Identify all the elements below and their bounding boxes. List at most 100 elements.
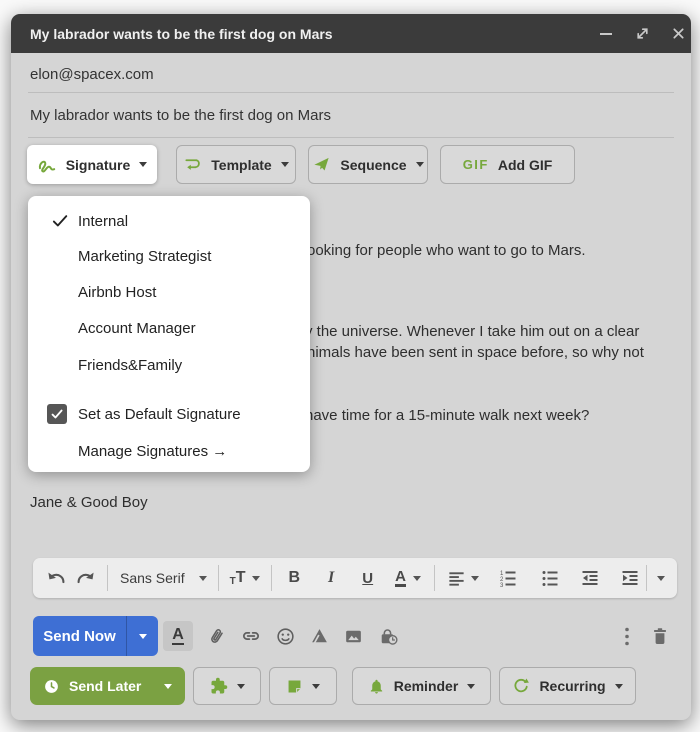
insert-image-icon (346, 630, 361, 642)
send-now-label: Send Now (43, 627, 116, 645)
note-icon (288, 680, 301, 692)
note-button[interactable] (269, 667, 337, 705)
template-button-label: Template (211, 156, 272, 173)
menu-item-internal[interactable]: Internal (28, 205, 310, 237)
subject-field[interactable]: My labrador wants to be the first dog on… (30, 107, 331, 124)
underline-button[interactable]: U (362, 570, 373, 587)
signature-button-label: Signature (65, 156, 131, 173)
expand-button[interactable] (631, 14, 653, 53)
extension-button[interactable] (193, 667, 261, 705)
chevron-down-icon (280, 162, 289, 167)
drive-icon (312, 628, 327, 643)
recurring-button[interactable]: Recurring (499, 667, 636, 705)
add-gif-button[interactable]: GIF Add GIF (440, 145, 575, 184)
discard-draft-button[interactable] (649, 616, 671, 656)
emoji-icon (277, 627, 294, 645)
compose-options-row: A (163, 616, 400, 656)
chevron-down-icon (657, 575, 665, 581)
italic-button[interactable]: I (328, 569, 334, 587)
chevron-down-icon (138, 633, 147, 639)
expand-icon (636, 28, 648, 39)
signature-button[interactable]: Signature (27, 145, 157, 184)
chevron-down-icon (139, 162, 148, 167)
undo-button[interactable] (46, 568, 67, 589)
insert-emoji-button[interactable] (275, 626, 296, 647)
attachment-icon (211, 628, 223, 643)
text-color-button[interactable]: A (395, 569, 421, 587)
menu-item-account-manager[interactable]: Account Manager (28, 312, 310, 344)
close-button[interactable] (667, 14, 689, 53)
align-button[interactable] (447, 569, 479, 588)
insert-link-button[interactable] (240, 625, 262, 647)
font-size-icon: TT (229, 569, 246, 587)
chevron-down-icon (470, 575, 479, 581)
menu-item-label: Account Manager (78, 319, 196, 337)
reminder-label: Reminder (393, 678, 459, 694)
attach-file-button[interactable] (206, 626, 227, 647)
reminder-button[interactable]: Reminder (352, 667, 491, 705)
recurring-label: Recurring (539, 678, 606, 694)
signature-dropdown-menu: Internal Marketing Strategist Airbnb Hos… (28, 196, 310, 472)
checkmark-icon (52, 215, 68, 227)
formatting-toolbar: Sans Serif TT B I U A 1 2 3 (33, 558, 677, 598)
chevron-down-icon (614, 683, 623, 689)
font-family-label: Sans Serif (120, 570, 185, 586)
chevron-down-icon (198, 575, 207, 581)
bullet-list-icon (542, 571, 558, 586)
indent-icon (622, 571, 638, 585)
numbered-list-icon: 1 2 3 (500, 571, 516, 588)
chevron-down-icon (412, 575, 421, 581)
menu-item-friends-family[interactable]: Friends&Family (28, 349, 310, 381)
menu-item-marketing-strategist[interactable]: Marketing Strategist (28, 240, 310, 272)
more-options-button[interactable] (623, 616, 631, 656)
sequence-button-label: Sequence (340, 156, 407, 173)
bold-button[interactable]: B (288, 569, 300, 587)
bullet-list-button[interactable] (540, 568, 560, 588)
body-text-line: nimals have been sent in space before, s… (307, 344, 644, 361)
window-title: My labrador wants to be the first dog on… (30, 25, 333, 42)
set-default-signature-row[interactable]: Set as Default Signature (28, 398, 310, 430)
add-gif-button-label: Add GIF (497, 156, 553, 173)
text-color-icon: A (395, 568, 406, 587)
indent-button[interactable] (620, 568, 640, 588)
manage-signatures-label: Manage Signatures → (78, 442, 228, 460)
send-now-button[interactable]: Send Now (33, 616, 158, 656)
numbered-list-button[interactable]: 1 2 3 (498, 568, 518, 588)
set-default-signature-label: Set as Default Signature (78, 405, 241, 423)
minimize-button[interactable] (595, 14, 617, 53)
menu-item-label: Airbnb Host (78, 283, 157, 301)
chevron-down-icon (164, 683, 172, 689)
send-later-label: Send Later (69, 678, 142, 694)
clock-icon (45, 679, 58, 693)
more-formatting-button[interactable] (657, 575, 665, 581)
confidential-mode-button[interactable] (377, 626, 400, 647)
toolbar-divider (646, 565, 647, 591)
manage-signatures-link[interactable]: Manage Signatures → (28, 435, 310, 467)
to-field[interactable]: elon@spacex.com (30, 66, 154, 83)
more-options-icon (625, 627, 629, 645)
minimize-icon (600, 32, 612, 35)
font-size-selector[interactable]: TT (230, 569, 261, 587)
checkbox-checked-icon[interactable] (47, 404, 67, 424)
menu-item-airbnb-host[interactable]: Airbnb Host (28, 276, 310, 308)
insert-image-button[interactable] (343, 626, 364, 647)
send-now-dropdown[interactable] (127, 633, 158, 639)
font-family-selector[interactable]: Sans Serif (120, 570, 207, 586)
sequence-button[interactable]: Sequence (308, 145, 428, 184)
send-later-button[interactable]: Send Later (30, 667, 185, 705)
undo-icon (48, 572, 65, 583)
align-left-icon (449, 571, 464, 586)
recurring-icon (514, 678, 530, 693)
template-button[interactable]: Template (176, 145, 296, 184)
insert-from-drive-button[interactable] (309, 626, 330, 647)
title-bar: My labrador wants to be the first dog on… (11, 14, 691, 53)
menu-item-label: Marketing Strategist (78, 247, 212, 265)
text-formatting-button[interactable]: A (163, 621, 193, 651)
svg-text:3: 3 (500, 583, 504, 588)
confidential-icon (381, 628, 398, 645)
field-divider (28, 92, 674, 93)
sequence-icon (314, 157, 330, 171)
outdent-button[interactable] (580, 568, 600, 588)
redo-button[interactable] (75, 568, 96, 589)
compose-window: My labrador wants to be the first dog on… (11, 14, 691, 720)
